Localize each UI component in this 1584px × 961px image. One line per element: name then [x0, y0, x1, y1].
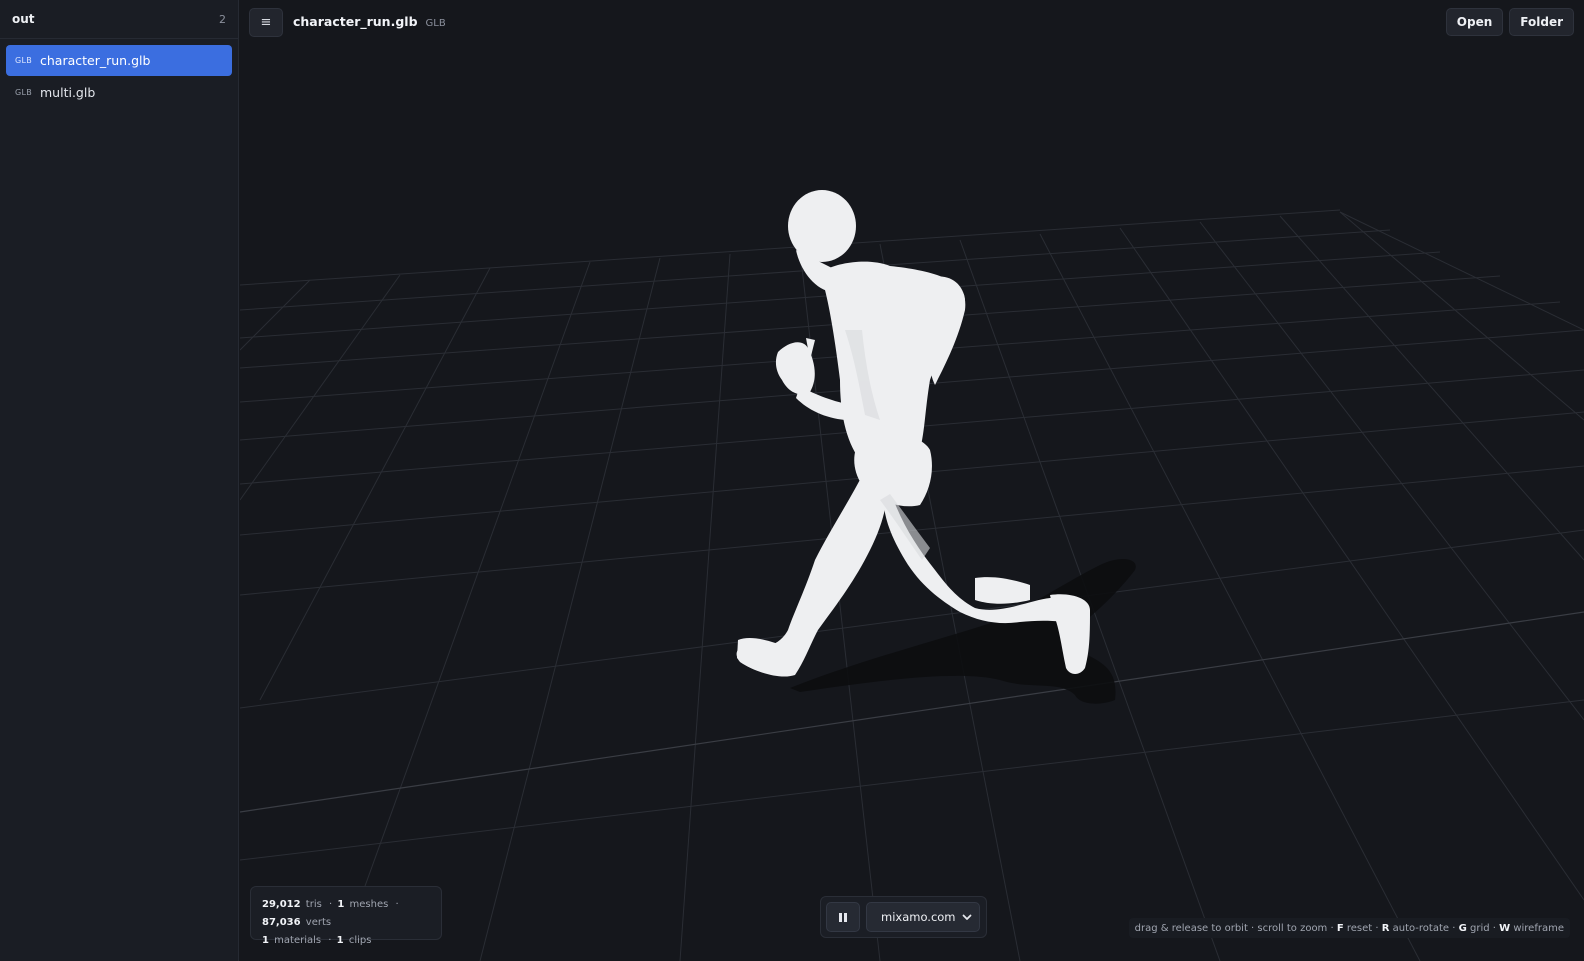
stats-line-1: 29,012 tris · 1 meshes · 87,036 verts: [262, 896, 430, 932]
verts-count: 87,036: [262, 917, 301, 928]
hint-autorotate: auto-rotate ·: [1389, 922, 1459, 934]
pause-icon: [838, 912, 848, 922]
hint-wireframe: wireframe: [1510, 922, 1564, 934]
model-stats-panel: 29,012 tris · 1 meshes · 87,036 verts 1 …: [250, 886, 442, 946]
file-name: multi.glb: [40, 85, 96, 100]
open-button[interactable]: Open: [1445, 8, 1504, 36]
meshes-count: 1: [337, 899, 345, 910]
hint-key-g: G: [1458, 922, 1467, 934]
clip-select[interactable]: mixamo.com: [866, 902, 980, 932]
tris-count: 29,012: [262, 899, 301, 910]
chevron-down-icon: [962, 914, 972, 920]
folder-button[interactable]: Folder: [1509, 8, 1574, 36]
tris-label: tris: [305, 899, 322, 910]
hint-grid: grid ·: [1466, 922, 1500, 934]
playback-controls: mixamo.com: [820, 896, 987, 938]
meshes-label: meshes: [349, 899, 389, 910]
pause-button[interactable]: [826, 902, 860, 932]
separator: ·: [395, 899, 399, 910]
separator: ·: [329, 899, 333, 910]
file-item-multi[interactable]: GLB multi.glb: [6, 77, 232, 108]
top-actions: Open Folder: [1445, 8, 1574, 36]
hint-orbit: drag & release to orbit · scroll to zoom…: [1134, 922, 1337, 934]
file-count: 2: [219, 12, 226, 26]
page-title: character_run.glb: [293, 14, 418, 29]
3d-viewport[interactable]: ≡ character_run.glb GLB Open Folder 29,0…: [240, 0, 1584, 961]
folder-name: out: [12, 12, 35, 26]
menu-toggle-button[interactable]: ≡: [249, 8, 283, 37]
sidebar-header: out 2: [0, 0, 238, 39]
hint-reset: reset ·: [1343, 922, 1382, 934]
stats-line-2: 1 materials · 1 clips: [262, 932, 430, 950]
file-type-badge: GLB: [15, 56, 33, 65]
materials-count: 1: [262, 935, 269, 946]
file-title: character_run.glb GLB: [293, 14, 446, 29]
clip-name: mixamo.com: [881, 910, 956, 924]
hamburger-icon: ≡: [260, 15, 272, 30]
keyboard-hints: drag & release to orbit · scroll to zoom…: [1128, 918, 1570, 938]
file-sidebar: out 2 GLB character_run.glb GLB multi.gl…: [0, 0, 239, 961]
materials-label: materials: [274, 935, 322, 946]
file-list: GLB character_run.glb GLB multi.glb: [0, 39, 238, 115]
file-type-badge: GLB: [15, 88, 33, 97]
scene-canvas[interactable]: [240, 0, 1584, 961]
separator: ·: [328, 935, 332, 946]
file-name: character_run.glb: [40, 53, 151, 68]
clips-label: clips: [348, 935, 372, 946]
hint-key-r: R: [1381, 922, 1390, 934]
axis-line: [240, 611, 1584, 813]
hint-key-f: F: [1336, 922, 1344, 934]
clips-count: 1: [336, 935, 344, 946]
hint-key-w: W: [1499, 922, 1511, 934]
file-type-label: GLB: [425, 18, 446, 29]
verts-label: verts: [305, 917, 332, 928]
file-item-character-run[interactable]: GLB character_run.glb: [6, 45, 232, 76]
